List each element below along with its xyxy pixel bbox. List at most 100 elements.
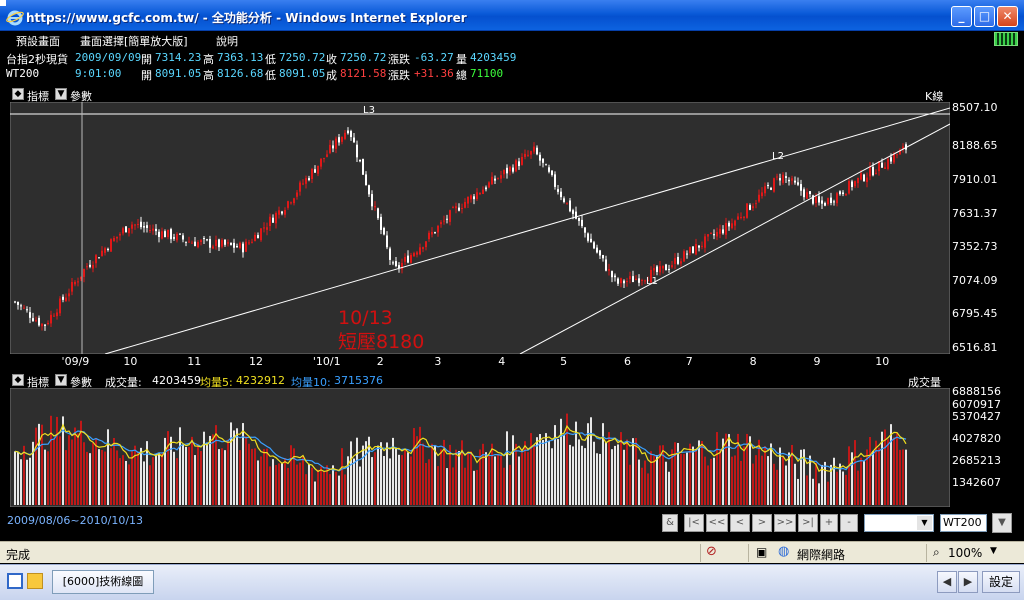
volume-bar <box>764 446 766 505</box>
volume-bar <box>335 471 337 505</box>
window-icon[interactable] <box>7 573 23 589</box>
candle-body <box>284 209 286 215</box>
volume-bar <box>380 442 382 505</box>
fast-forward-button[interactable]: >> <box>774 514 796 532</box>
scroll-right-button[interactable]: ▶ <box>958 571 978 593</box>
volume-bar <box>806 475 808 505</box>
volume-bar <box>701 440 703 505</box>
candle-body <box>638 278 640 283</box>
menu-screen-select[interactable]: 畫面選擇[簡單放大版] <box>80 33 188 49</box>
volume-chart[interactable] <box>10 388 950 507</box>
volume-bar <box>317 469 319 505</box>
fast-back-button[interactable]: << <box>706 514 728 532</box>
volume-bar <box>413 428 415 505</box>
menu-help[interactable]: 說明 <box>216 33 238 49</box>
symbol-input[interactable]: WT200 <box>940 514 987 532</box>
volume-bar <box>338 475 340 505</box>
period-select[interactable]: ▼ <box>864 514 934 532</box>
param-dropdown-icon[interactable]: ▼ <box>55 374 67 386</box>
candle-body <box>701 245 703 247</box>
volume-bar <box>539 434 541 505</box>
zoom-out-button[interactable]: - <box>840 514 858 532</box>
candle-body <box>269 216 271 227</box>
settings-button[interactable]: 設定 <box>982 571 1020 593</box>
candle-body <box>200 240 202 243</box>
scroll-left-button[interactable]: ◀ <box>937 571 957 593</box>
candle-body <box>449 210 451 222</box>
divider <box>700 544 701 562</box>
volume-bar <box>17 452 19 505</box>
volume-bar <box>89 453 91 505</box>
quote-name: WT200 <box>6 67 40 80</box>
protected-mode-icon[interactable]: ▣ <box>756 545 767 559</box>
total-volume-label: 總 <box>456 69 467 82</box>
candle-body <box>785 176 787 178</box>
chevron-down-icon[interactable]: ▼ <box>917 516 932 530</box>
volume-bar <box>236 428 238 505</box>
change-value: -63.27 <box>414 51 454 64</box>
indicator-toggle-icon[interactable]: ◆ <box>12 374 24 386</box>
candle-body <box>272 217 274 223</box>
price-x-tick: 11 <box>187 355 202 368</box>
first-button[interactable]: |< <box>684 514 704 532</box>
candle-body <box>215 239 217 246</box>
volume-bar <box>44 449 46 505</box>
candle-body <box>356 144 358 158</box>
param-dropdown-icon[interactable]: ▼ <box>55 88 67 100</box>
candle-body <box>590 238 592 243</box>
forward-button[interactable]: > <box>752 514 772 532</box>
candle-body <box>707 234 709 237</box>
candle-body <box>218 239 220 248</box>
volume-bar <box>593 441 595 505</box>
candle-body <box>32 318 34 321</box>
menu-default-view[interactable]: 預設畫面 <box>16 33 60 49</box>
system-menu-icon[interactable] <box>0 0 6 6</box>
back-button[interactable]: < <box>730 514 750 532</box>
volume-bar <box>854 440 856 505</box>
candle-body <box>428 232 430 240</box>
candle-body <box>125 226 127 233</box>
security-icon[interactable]: ⊘ <box>706 544 717 559</box>
volume-bar <box>65 450 67 505</box>
volume-bar <box>890 424 892 505</box>
minimize-button[interactable]: _ <box>951 6 972 27</box>
volume-bar <box>530 433 532 505</box>
link-button[interactable]: & <box>662 514 678 532</box>
volume-bar <box>458 451 460 505</box>
volume-bar <box>59 436 61 505</box>
folder-icon[interactable] <box>27 573 43 589</box>
candle-body <box>395 261 397 267</box>
volume-bar <box>197 444 199 505</box>
globe-icon: ◍ <box>778 544 790 559</box>
pivot-l3: L3 <box>363 105 375 116</box>
zoom-in-button[interactable]: + <box>820 514 838 532</box>
candle-body <box>413 253 415 257</box>
volume-bar <box>302 456 304 505</box>
candle-body <box>743 216 745 218</box>
quote-time: 2009/09/09 <box>75 51 142 64</box>
indicator-toggle-icon[interactable]: ◆ <box>12 88 24 100</box>
taskbar-item-chart[interactable]: [6000]技術線圖 <box>52 570 154 594</box>
volume-bar <box>239 450 241 505</box>
annotation-text: 短壓8180 <box>338 331 424 353</box>
signal-grid-icon[interactable] <box>994 32 1018 46</box>
zoom-level[interactable]: 100% <box>948 546 982 560</box>
volume-bar <box>113 437 115 505</box>
candle-body <box>341 136 343 142</box>
volume-bar <box>782 456 784 505</box>
volume-bar <box>674 442 676 505</box>
candle-body <box>803 189 805 198</box>
last-button[interactable]: >| <box>798 514 818 532</box>
candle-body <box>509 166 511 172</box>
candle-body <box>656 266 658 273</box>
candle-body <box>287 201 289 208</box>
symbol-dropdown-button[interactable]: ▼ <box>992 513 1012 533</box>
volume-bar <box>650 451 652 505</box>
window-titlebar[interactable]: https://www.gcfc.com.tw/ - 全功能分析 - Windo… <box>0 0 1024 31</box>
volume-bar <box>167 431 169 505</box>
zoom-chevron-icon[interactable]: ▼ <box>990 546 997 556</box>
candle-body <box>47 322 49 325</box>
close-button[interactable]: ✕ <box>997 6 1018 27</box>
maximize-button[interactable]: □ <box>974 6 995 27</box>
price-chart[interactable]: L3 L2 L1 10/13 短壓8180 <box>10 102 950 354</box>
